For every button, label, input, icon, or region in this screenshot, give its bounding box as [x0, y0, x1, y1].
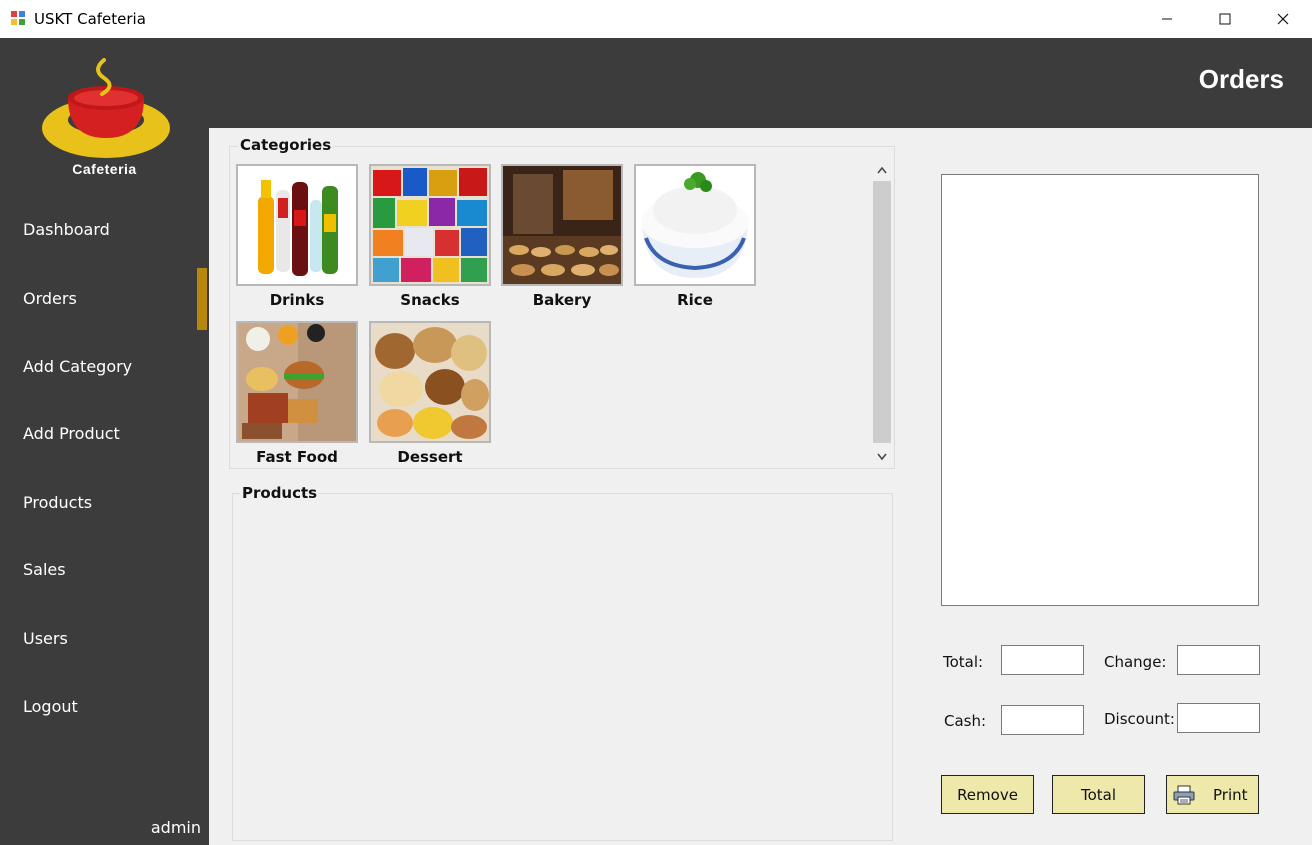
print-label: Print	[1213, 785, 1248, 804]
category-label-dessert: Dessert	[397, 448, 463, 466]
category-tile-bakery[interactable]: Bakery	[501, 164, 623, 309]
maximize-button[interactable]	[1196, 0, 1254, 38]
snacks-image[interactable]	[369, 164, 491, 286]
close-button[interactable]	[1254, 0, 1312, 38]
scroll-thumb[interactable]	[873, 181, 891, 443]
logo-text: Cafeteria	[72, 161, 137, 177]
sidebar: Cafeteria Dashboard Orders Add Category …	[0, 38, 209, 845]
cafeteria-logo	[40, 58, 172, 160]
sidebar-item-orders[interactable]: Orders	[23, 289, 77, 308]
remove-button[interactable]: Remove	[941, 775, 1034, 814]
category-tile-drinks[interactable]: Drinks	[236, 164, 358, 309]
sidebar-item-users[interactable]: Users	[23, 629, 68, 648]
printer-icon	[1173, 785, 1195, 805]
total-field[interactable]	[1001, 645, 1084, 675]
current-user-label: admin	[150, 818, 201, 837]
change-label: Change:	[1104, 653, 1167, 671]
active-nav-indicator	[197, 268, 207, 330]
window-title: USKT Cafeteria	[34, 10, 146, 28]
category-label-rice: Rice	[677, 291, 713, 309]
scroll-down-icon[interactable]	[871, 448, 893, 466]
products-group	[232, 493, 893, 841]
category-tile-snacks[interactable]: Snacks	[369, 164, 491, 309]
print-button[interactable]: Print	[1166, 775, 1259, 814]
category-tile-fast-food[interactable]: Fast Food	[236, 321, 358, 466]
change-field[interactable]	[1177, 645, 1260, 675]
rice-image[interactable]	[634, 164, 756, 286]
category-label-snacks: Snacks	[400, 291, 460, 309]
page-title: Orders	[1198, 64, 1284, 94]
order-receipt-panel[interactable]	[941, 174, 1259, 606]
category-tile-rice[interactable]: Rice	[634, 164, 756, 309]
category-label-bakery: Bakery	[532, 291, 592, 309]
cash-field[interactable]	[1001, 705, 1084, 735]
sidebar-item-sales[interactable]: Sales	[23, 560, 66, 579]
category-label-fast-food: Fast Food	[256, 448, 338, 466]
cash-label: Cash:	[944, 712, 987, 730]
products-title: Products	[240, 484, 320, 502]
drinks-image[interactable]	[236, 164, 358, 286]
total-label: Total:	[943, 653, 984, 671]
window-titlebar: USKT Cafeteria	[0, 0, 1312, 38]
sidebar-item-dashboard[interactable]: Dashboard	[23, 220, 110, 239]
categories-title: Categories	[238, 136, 334, 154]
dessert-image[interactable]	[369, 321, 491, 443]
sidebar-item-add-product[interactable]: Add Product	[23, 424, 120, 443]
app-icon	[10, 10, 26, 26]
fast-food-image[interactable]	[236, 321, 358, 443]
total-button[interactable]: Total	[1052, 775, 1145, 814]
sidebar-item-logout[interactable]: Logout	[23, 697, 78, 716]
categories-scrollbar[interactable]	[871, 161, 893, 468]
page-header: Orders	[209, 38, 1312, 128]
minimize-button[interactable]	[1138, 0, 1196, 38]
discount-label: Discount:	[1104, 710, 1175, 728]
discount-field[interactable]	[1177, 703, 1260, 733]
scroll-up-icon[interactable]	[871, 161, 893, 179]
category-tile-dessert[interactable]: Dessert	[369, 321, 491, 466]
bakery-image[interactable]	[501, 164, 623, 286]
category-label-drinks: Drinks	[269, 291, 325, 309]
sidebar-item-add-category[interactable]: Add Category	[23, 357, 132, 376]
sidebar-item-products[interactable]: Products	[23, 493, 92, 512]
